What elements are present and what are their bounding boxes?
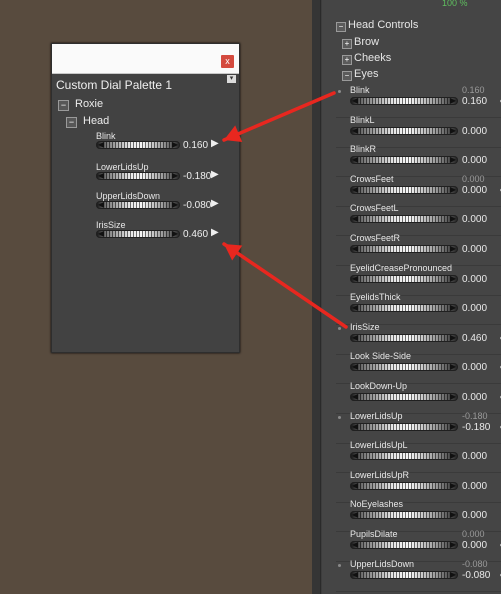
annotation-arrows xyxy=(222,91,348,329)
arrow-shaft xyxy=(222,91,336,142)
arrow-shaft xyxy=(222,242,348,329)
arrow-head xyxy=(224,244,243,261)
